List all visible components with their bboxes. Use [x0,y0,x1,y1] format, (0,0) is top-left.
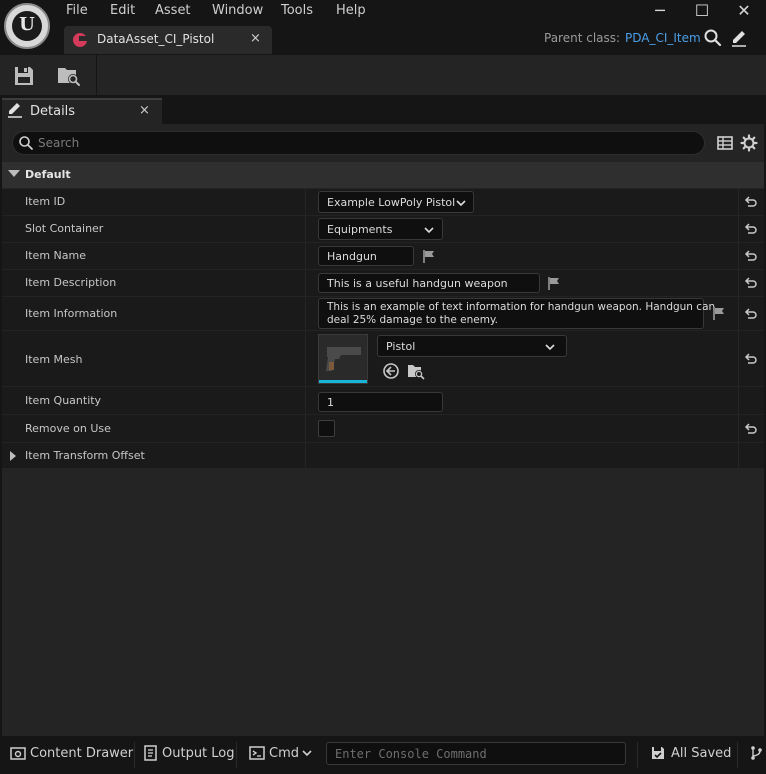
console-command-input[interactable] [335,745,620,762]
search-icon [19,136,33,150]
property-label: Item Quantity [25,394,102,407]
property-label: Item Mesh [25,353,83,366]
parent-class-label: Parent class: [544,31,621,45]
item-name-field[interactable]: Handgun [318,246,414,266]
field-value-line-2: deal 25% damage to the enemy. [327,314,499,326]
output-log-button[interactable]: Output Log [162,746,235,761]
item-mesh-asset-picker[interactable]: Pistol [377,335,567,357]
maximize-button[interactable]: ☐ [682,0,722,22]
parent-class-link[interactable]: PDA_CI_Item [625,31,701,45]
chevron-down-icon [456,200,466,207]
property-row-item-quantity: Item Quantity 1 [2,387,764,415]
details-tab-label: Details [30,104,76,119]
terminal-icon [249,746,265,760]
browse-parent-search-icon[interactable] [703,28,723,48]
cmd-selector[interactable]: Cmd [269,746,299,761]
toolbar-divider [96,55,97,95]
menu-help[interactable]: Help [336,3,366,18]
content-drawer-icon [10,747,26,760]
data-asset-icon [73,33,87,47]
menu-edit[interactable]: Edit [110,3,135,18]
menu-file[interactable]: File [66,3,88,18]
localization-flag-icon[interactable] [712,306,726,320]
menu-window[interactable]: Window [212,3,263,18]
item-information-multiline-field[interactable]: This is an example of text information f… [318,298,715,329]
close-details-icon[interactable]: × [139,103,150,118]
content-drawer-button[interactable]: Content Drawer [30,746,133,761]
all-saved-icon [652,747,664,759]
property-row-item-information: Item Information This is an example of t… [2,297,764,331]
close-tab-icon[interactable]: × [250,31,261,46]
reset-to-default-icon[interactable] [744,249,758,263]
close-window-button[interactable]: ✕ [724,0,764,22]
asset-toolbar [0,55,766,95]
browse-to-asset-icon[interactable] [56,64,82,88]
combo-value: Example LowPoly Pistol [327,196,456,209]
property-label: Remove on Use [25,422,111,435]
item-quantity-numeric-field[interactable]: 1 [318,392,443,412]
reset-to-default-icon[interactable] [744,307,758,321]
property-label: Item ID [25,195,66,208]
localization-flag-icon[interactable] [547,276,561,290]
mesh-thumbnail[interactable] [318,334,368,384]
collapse-arrow-icon [8,170,20,177]
details-pencil-icon [8,103,22,118]
reset-to-default-icon[interactable] [744,422,758,436]
save-icon[interactable] [12,64,36,88]
reset-to-default-icon[interactable] [744,195,758,209]
item-description-field[interactable]: This is a useful handgun weapon [318,273,540,293]
expand-arrow-icon[interactable] [10,451,16,461]
property-row-item-transform-offset[interactable]: Item Transform Offset [2,443,764,469]
property-label: Item Transform Offset [25,449,145,462]
property-label: Item Information [25,307,118,320]
property-label: Item Description [25,276,117,289]
all-saved-button[interactable]: All Saved [671,746,731,761]
search-input[interactable] [38,134,678,152]
category-label: Default [25,168,71,181]
chevron-down-icon [424,227,434,234]
reset-to-default-icon[interactable] [744,222,758,236]
console-command-box[interactable] [326,742,626,765]
browse-to-asset-icon[interactable] [407,362,425,380]
property-row-item-description: Item Description This is a useful handgu… [2,270,764,297]
localization-flag-icon[interactable] [422,249,436,263]
category-default[interactable]: Default [2,162,764,188]
reset-to-default-icon[interactable] [744,352,758,366]
source-control-icon[interactable] [748,745,764,761]
chevron-down-icon[interactable] [301,747,313,759]
output-log-icon [144,745,157,761]
thumbnail-accent-bar [319,380,367,383]
item-id-combo[interactable]: Example LowPoly Pistol [318,191,474,213]
property-matrix-icon[interactable] [716,134,734,152]
property-label: Slot Container [25,222,104,235]
details-search-box[interactable] [12,131,705,155]
remove-on-use-checkbox[interactable] [318,420,335,437]
property-label: Item Name [25,249,86,262]
property-row-item-id: Item ID Example LowPoly Pistol [2,189,764,216]
unreal-logo-icon[interactable]: U [4,3,50,49]
details-tab[interactable]: Details × [2,98,162,124]
pistol-icon [326,347,361,371]
combo-value: Pistol [386,340,416,353]
property-row-remove-on-use: Remove on Use [2,415,764,443]
chevron-down-icon [545,344,555,351]
combo-value: Equipments [327,223,393,236]
menu-asset[interactable]: Asset [155,3,191,18]
use-selected-asset-icon[interactable] [382,362,400,380]
menu-tools[interactable]: Tools [281,3,313,18]
slot-container-combo[interactable]: Equipments [318,218,443,240]
minimize-button[interactable]: ─ [640,0,680,22]
asset-editor-tab[interactable]: DataAsset_CI_Pistol × [64,26,272,54]
field-value: 1 [327,396,334,409]
gear-icon[interactable] [740,134,758,152]
asset-tab-label: DataAsset_CI_Pistol [97,32,215,46]
field-value: Handgun [327,250,377,263]
edit-parent-pencil-icon[interactable] [729,28,749,48]
property-row-slot-container: Slot Container Equipments [2,216,764,243]
property-row-item-name: Item Name Handgun [2,243,764,270]
field-value-line-1: This is an example of text information f… [327,301,716,313]
field-value: This is a useful handgun weapon [327,277,508,290]
reset-to-default-icon[interactable] [744,276,758,290]
